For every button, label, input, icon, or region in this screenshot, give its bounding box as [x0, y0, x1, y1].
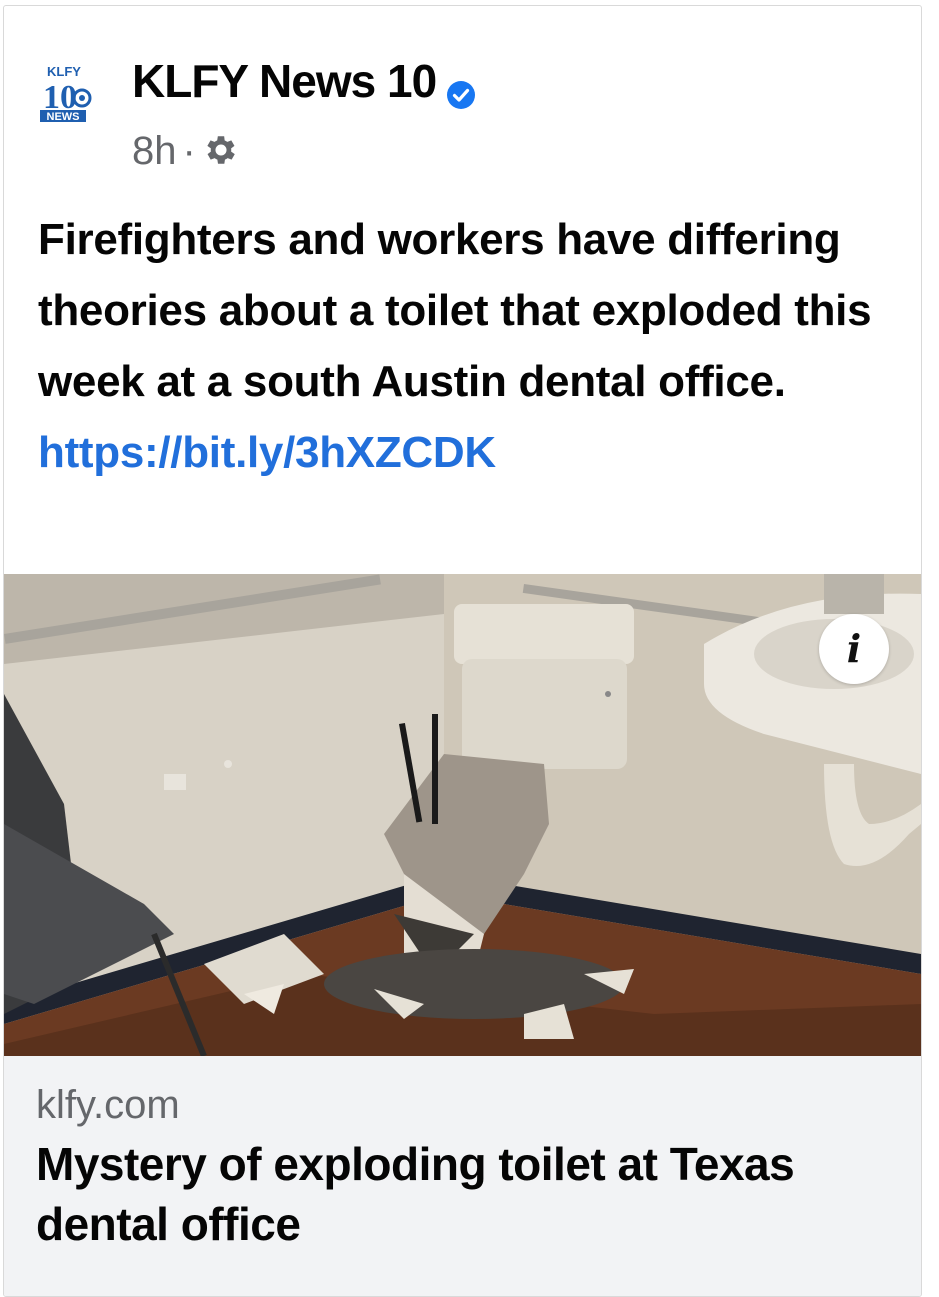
post-link[interactable]: https://bit.ly/3hXZCDK: [38, 428, 496, 477]
bathroom-photo: [4, 574, 921, 1056]
post-time[interactable]: 8h: [132, 129, 177, 173]
gear-icon[interactable]: [202, 131, 240, 169]
post-message-text: Firefighters and workers have differing …: [38, 215, 872, 406]
page-avatar[interactable]: KLFY 10 NEWS: [36, 58, 96, 128]
info-icon[interactable]: i: [819, 614, 889, 684]
post-meta: 8h ·: [132, 126, 240, 176]
verified-badge-icon: [446, 66, 476, 109]
page-name[interactable]: KLFY News 10: [132, 55, 437, 107]
link-preview[interactable]: klfy.com Mystery of exploding toilet at …: [4, 1056, 921, 1296]
post-image[interactable]: i: [4, 574, 921, 1056]
post-card: KLFY 10 NEWS KLFY News 10 8h · Firefight…: [3, 5, 922, 1297]
logo-text-bottom: NEWS: [47, 111, 80, 123]
link-domain: klfy.com: [36, 1083, 180, 1127]
post-header: KLFY 10 NEWS KLFY News 10 8h ·: [4, 6, 921, 186]
link-title[interactable]: Mystery of exploding toilet at Texas den…: [36, 1134, 896, 1254]
meta-separator: ·: [182, 129, 196, 173]
page-name-row: KLFY News 10: [132, 53, 476, 109]
post-message: Firefighters and workers have differing …: [38, 204, 908, 488]
logo-text-top: KLFY: [47, 64, 81, 79]
